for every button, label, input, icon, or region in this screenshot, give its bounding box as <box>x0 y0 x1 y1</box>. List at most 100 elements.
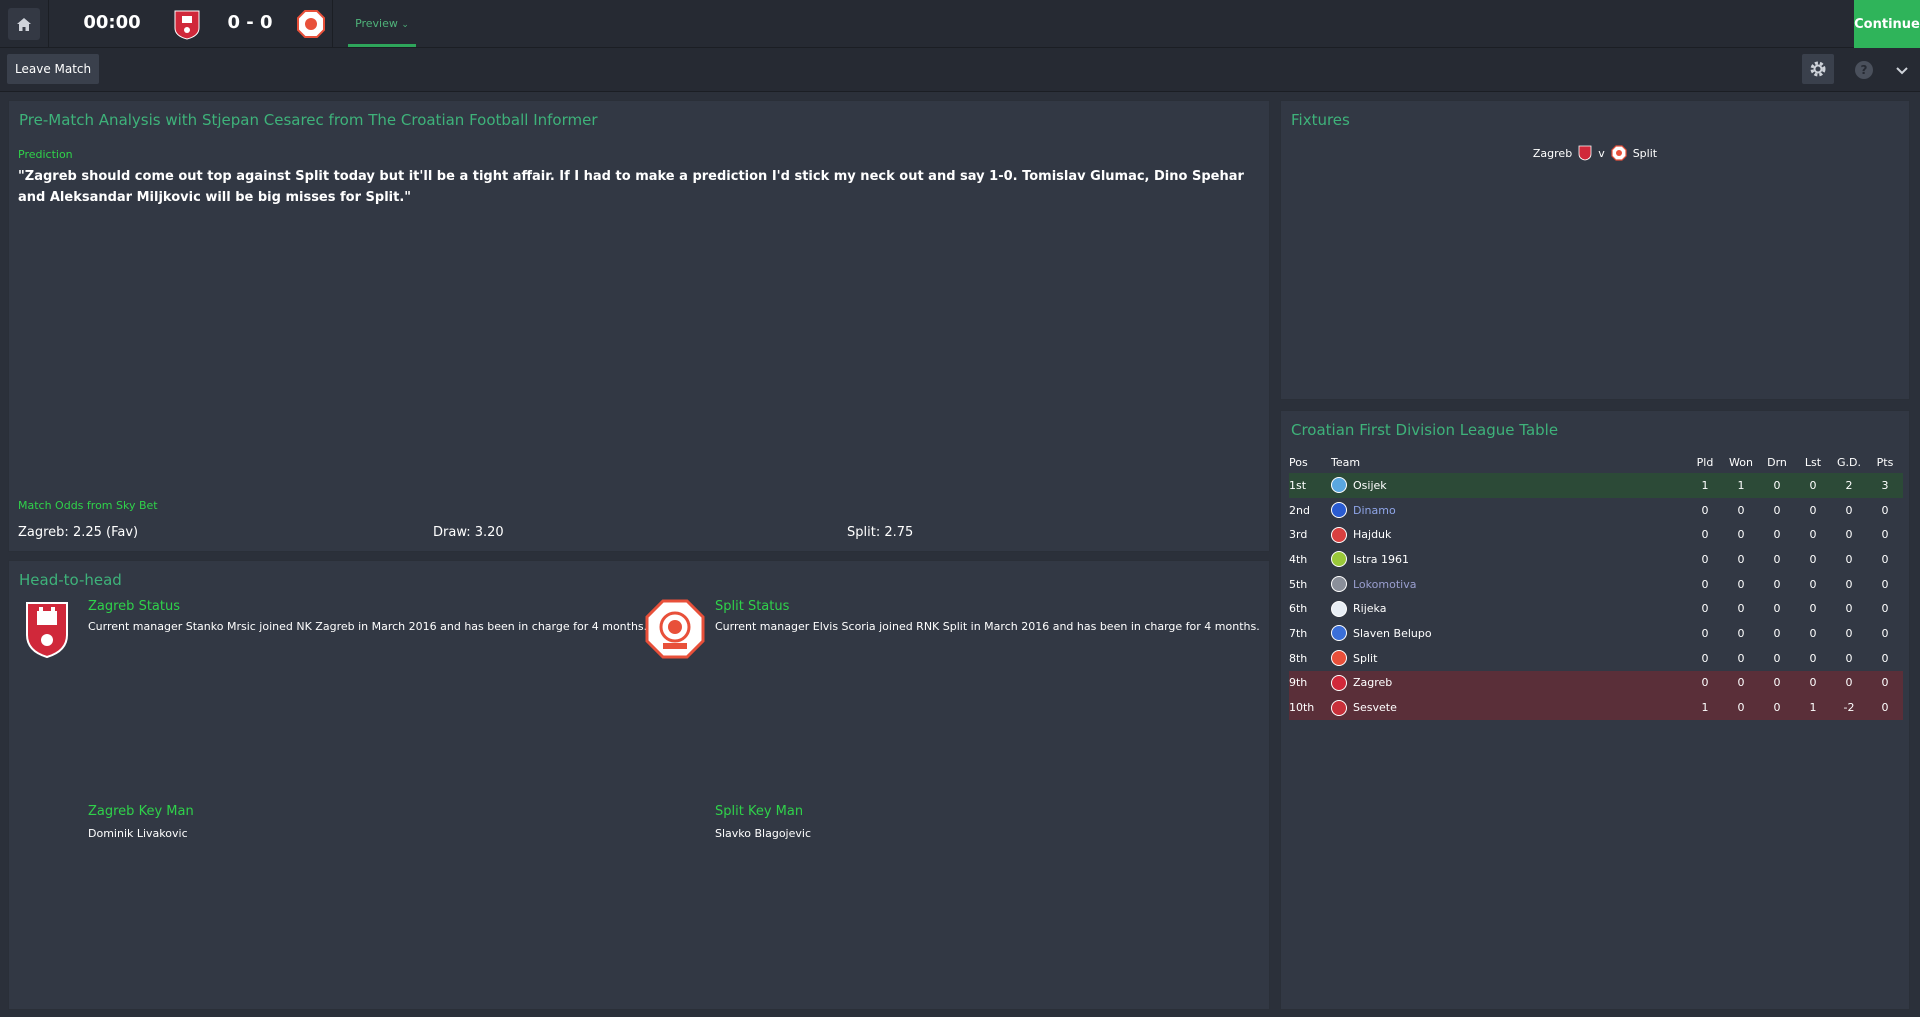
table-row[interactable]: 10th Sesvete 1 0 0 1 -2 0 <box>1289 695 1903 720</box>
table-row[interactable]: 2nd Dinamo 0 0 0 0 0 0 <box>1289 498 1903 523</box>
team-crest-icon <box>1331 576 1347 593</box>
leave-match-button[interactable]: Leave Match <box>7 54 100 84</box>
away-keyman-name[interactable]: Slavko Blagojevic <box>715 827 811 840</box>
team-crest-icon <box>1331 650 1347 667</box>
odds-label: Match Odds from Sky Bet <box>18 499 158 512</box>
column-header[interactable]: Drn <box>1759 451 1795 473</box>
pts-cell: 3 <box>1867 473 1903 498</box>
lst-cell: 0 <box>1795 670 1831 696</box>
team-name[interactable]: Zagreb <box>1353 676 1392 689</box>
home-status-title: Zagreb Status <box>88 599 180 614</box>
drn-cell: 0 <box>1759 695 1795 720</box>
match-sub-bar: Leave Match ? <box>0 48 1920 92</box>
tab-preview[interactable]: Preview ⌄ <box>348 17 416 30</box>
fixtures-panel: Fixtures Zagreb v Split <box>1280 100 1910 400</box>
team-name[interactable]: Split <box>1353 652 1377 665</box>
position-cell: 3rd <box>1289 528 1308 542</box>
odds-draw: Draw: 3.20 <box>433 525 504 540</box>
settings-button[interactable] <box>1802 54 1834 84</box>
panel-title: Pre-Match Analysis with Stjepan Cesarec … <box>19 111 598 129</box>
table-row[interactable]: 5th Lokomotiva 0 0 0 0 0 0 <box>1289 572 1903 597</box>
lst-cell: 0 <box>1809 602 1817 616</box>
lst-cell: 0 <box>1809 577 1817 591</box>
split-crest-icon <box>1611 145 1627 161</box>
pld-cell: 1 <box>1687 473 1723 498</box>
table-row[interactable]: 6th Rijeka 0 0 0 0 0 0 <box>1289 596 1903 621</box>
table-row[interactable]: 9th Zagreb 0 0 0 0 0 0 <box>1289 670 1903 696</box>
lst-cell: 0 <box>1809 626 1817 640</box>
panel-title: Fixtures <box>1291 111 1350 129</box>
drn-cell: 0 <box>1759 473 1795 498</box>
drn-cell: 0 <box>1759 670 1795 696</box>
gd-cell: 0 <box>1845 602 1853 616</box>
pld-cell: 0 <box>1701 651 1709 665</box>
column-header[interactable]: Won <box>1723 451 1759 473</box>
gd-cell: 0 <box>1845 528 1853 542</box>
scoreline: 0 - 0 <box>227 12 273 33</box>
team-name[interactable]: Rijeka <box>1353 602 1386 615</box>
continue-button[interactable]: Continue <box>1854 0 1920 48</box>
team-crest-icon <box>1331 625 1347 642</box>
league-table: Pos Team Pld Won Drn Lst G.D. Pts 1st Osi… <box>1289 451 1903 720</box>
won-cell: 0 <box>1723 695 1759 720</box>
won-cell: 0 <box>1737 503 1745 517</box>
league-table-panel: Croatian First Division League Table Pos… <box>1280 410 1910 1010</box>
team-name[interactable]: Sesvete <box>1353 701 1397 714</box>
team-cell: Dinamo <box>1331 498 1687 523</box>
table-row[interactable]: 8th Split 0 0 0 0 0 0 <box>1289 646 1903 671</box>
pts-cell: 0 <box>1881 651 1889 665</box>
pts-cell: 0 <box>1867 695 1903 720</box>
pts-cell: 0 <box>1881 626 1889 640</box>
tab-preview-label: Preview <box>355 17 398 30</box>
zagreb-crest-icon <box>1578 145 1592 161</box>
home-keyman-name[interactable]: Dominik Livakovic <box>88 827 188 840</box>
pld-cell: 1 <box>1687 695 1723 720</box>
lst-cell: 0 <box>1809 503 1817 517</box>
gd-cell: 0 <box>1845 651 1853 665</box>
team-cell-content: Split <box>1331 650 1687 667</box>
team-name[interactable]: Dinamo <box>1353 504 1396 517</box>
gd-cell: 0 <box>1845 577 1853 591</box>
fixture-home-team: Zagreb <box>1532 146 1573 160</box>
drn-cell: 0 <box>1773 602 1781 616</box>
team-name[interactable]: Istra 1961 <box>1353 553 1409 566</box>
home-button[interactable] <box>8 8 40 40</box>
position-cell: 6th <box>1289 602 1308 616</box>
column-header[interactable]: Team <box>1331 451 1687 473</box>
column-header[interactable]: Pos <box>1289 451 1331 473</box>
gear-icon <box>1810 61 1826 77</box>
team-cell: Zagreb <box>1331 670 1687 696</box>
team-crest-icon <box>1331 600 1347 617</box>
drn-cell: 0 <box>1773 503 1781 517</box>
table-row[interactable]: 1st Osijek 1 1 0 0 2 3 <box>1289 473 1903 498</box>
team-name[interactable]: Hajduk <box>1353 528 1391 541</box>
won-cell: 0 <box>1737 626 1745 640</box>
table-row[interactable]: 3rd Hajduk 0 0 0 0 0 0 <box>1289 522 1903 547</box>
home-icon <box>17 17 31 31</box>
fixture-row[interactable]: Zagreb v Split <box>1281 145 1909 161</box>
team-cell: Istra 1961 <box>1331 547 1687 572</box>
drn-cell: 0 <box>1773 626 1781 640</box>
zagreb-crest-icon <box>174 10 200 40</box>
table-row[interactable]: 4th Istra 1961 0 0 0 0 0 0 <box>1289 547 1903 572</box>
team-name[interactable]: Lokomotiva <box>1353 578 1416 591</box>
column-header[interactable]: Pld <box>1687 451 1723 473</box>
position-cell: 4th <box>1289 552 1308 566</box>
column-header[interactable]: G.D. <box>1831 451 1867 473</box>
team-name[interactable]: Osijek <box>1353 479 1387 492</box>
chevron-down-icon[interactable] <box>1894 62 1910 78</box>
team-cell: Lokomotiva <box>1331 572 1687 597</box>
active-tab-indicator <box>348 44 416 47</box>
column-header[interactable]: Pts <box>1867 451 1903 473</box>
team-cell-content: Hajduk <box>1331 526 1687 543</box>
team-cell: Sesvete <box>1331 695 1687 720</box>
won-cell: 1 <box>1723 473 1759 498</box>
help-icon[interactable]: ? <box>1855 61 1873 79</box>
position-cell: 9th <box>1289 670 1331 696</box>
fixture-versus: v <box>1598 146 1605 160</box>
drn-cell: 0 <box>1773 552 1781 566</box>
team-name[interactable]: Slaven Belupo <box>1353 627 1432 640</box>
column-header[interactable]: Lst <box>1795 451 1831 473</box>
team-cell: Slaven Belupo <box>1331 621 1687 646</box>
table-row[interactable]: 7th Slaven Belupo 0 0 0 0 0 0 <box>1289 621 1903 646</box>
